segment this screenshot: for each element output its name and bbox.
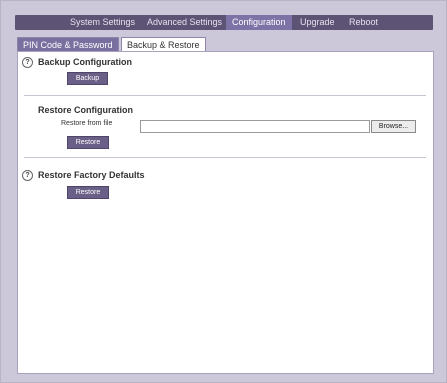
restore-file-label: Restore from file (61, 120, 113, 127)
backup-button[interactable]: Backup (67, 72, 108, 85)
app-frame: System Settings Advanced Settings Config… (0, 0, 447, 383)
content-panel: ? Backup Configuration Backup Restore Co… (17, 51, 434, 374)
restore-file-input[interactable] (140, 120, 370, 133)
help-icon[interactable]: ? (22, 170, 33, 181)
nav-upgrade[interactable]: Upgrade (300, 15, 335, 30)
restore-title: Restore Configuration (38, 105, 134, 115)
nav-reboot[interactable]: Reboot (349, 15, 378, 30)
tab-pin-code-password[interactable]: PIN Code & Password (17, 37, 119, 52)
backup-title: Backup Configuration (38, 57, 132, 67)
nav-advanced-settings[interactable]: Advanced Settings (147, 15, 222, 30)
help-icon[interactable]: ? (22, 57, 33, 68)
browse-button[interactable]: Browse... (371, 120, 416, 133)
nav-system-settings[interactable]: System Settings (70, 15, 135, 30)
divider (24, 157, 426, 158)
factory-restore-button[interactable]: Restore (67, 186, 109, 199)
restore-button[interactable]: Restore (67, 136, 109, 149)
factory-defaults-title: Restore Factory Defaults (38, 170, 145, 180)
divider (24, 95, 426, 96)
top-navbar: System Settings Advanced Settings Config… (15, 15, 433, 30)
nav-configuration[interactable]: Configuration (226, 15, 292, 30)
